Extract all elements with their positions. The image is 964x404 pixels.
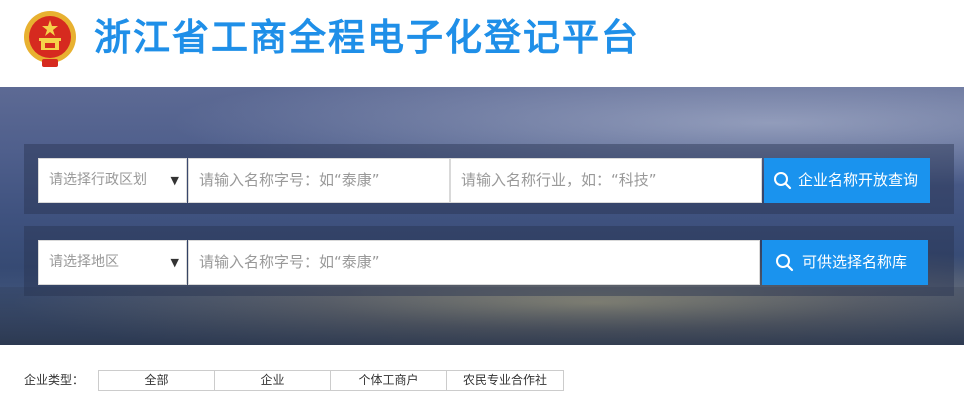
enterprise-type-tabs: 全部 企业 个体工商户 农民专业合作社: [98, 370, 564, 391]
area-select[interactable]: 请选择地区 ▼: [38, 240, 187, 285]
site-title: 浙江省工商全程电子化登记平台: [94, 16, 640, 59]
site-header: 浙江省工商全程电子化登记平台: [0, 0, 964, 87]
national-emblem-icon: [24, 11, 76, 67]
enterprise-type-filter: 企业类型： 全部 企业 个体工商户 农民专业合作社: [0, 345, 964, 404]
library-name-input[interactable]: 请输入名称字号：如“泰康”: [188, 240, 760, 285]
type-tab-all[interactable]: 全部: [98, 370, 215, 391]
type-tab-enterprise[interactable]: 企业: [215, 370, 331, 391]
search-icon: [776, 254, 794, 272]
type-tab-individual[interactable]: 个体工商户: [331, 370, 447, 391]
enterprise-type-label: 企业类型：: [24, 373, 85, 387]
name-keyword-input[interactable]: 请输入名称字号：如“泰康”: [188, 158, 450, 203]
industry-input[interactable]: 请输入名称行业，如：“科技”: [450, 158, 762, 203]
name-open-search-bar: 请选择行政区划 ▼ 请输入名称字号：如“泰康” 请输入名称行业，如：“科技” 企…: [24, 144, 954, 214]
name-library-search-bar: 请选择地区 ▼ 请输入名称字号：如“泰康” 可供选择名称库: [24, 226, 954, 296]
type-tab-cooperative[interactable]: 农民专业合作社: [447, 370, 564, 391]
region-select[interactable]: 请选择行政区划 ▼: [38, 158, 187, 203]
hero-banner: [0, 87, 964, 345]
chevron-down-icon: ▼: [170, 256, 179, 269]
search-icon: [774, 172, 792, 190]
name-library-button[interactable]: 可供选择名称库: [762, 240, 928, 285]
name-open-query-button[interactable]: 企业名称开放查询: [764, 158, 930, 203]
chevron-down-icon: ▼: [170, 174, 179, 187]
